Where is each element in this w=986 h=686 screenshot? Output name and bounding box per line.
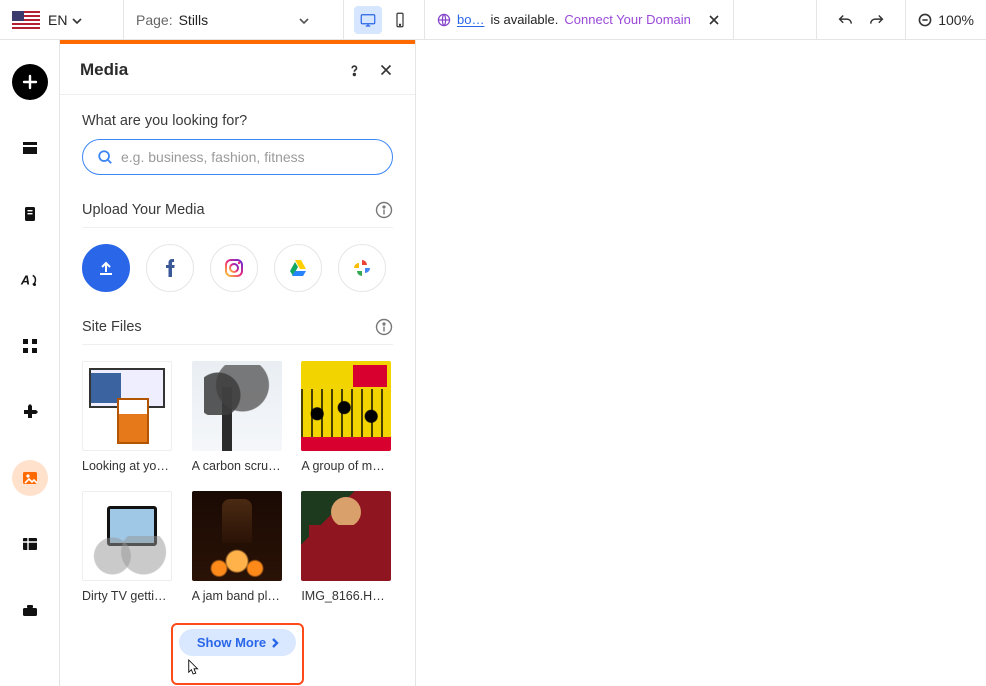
design-button[interactable]: A [12,262,48,298]
file-item[interactable]: A carbon scru… [192,361,282,473]
search-icon [97,149,113,165]
files-grid: Looking at yo… A carbon scru… A group of m… [82,361,393,603]
show-more-button[interactable]: Show More [179,629,296,656]
cursor-icon [187,663,201,680]
business-button[interactable] [12,592,48,628]
pages-button[interactable] [12,196,48,232]
addons-button[interactable] [12,394,48,430]
file-name: A carbon scru… [192,459,282,473]
chevron-down-icon [71,14,83,26]
show-more-label: Show More [197,635,266,650]
file-name: Looking at yo… [82,459,172,473]
site-files-section: Site Files Looking at yo… A carbon scru… A… [82,318,393,685]
google-drive-button[interactable] [274,244,322,292]
spacer [734,0,817,39]
file-name: A jam band pl… [192,589,282,603]
upload-sources [82,244,393,292]
file-thumbnail[interactable] [301,361,391,451]
zoom-control[interactable]: 100% [906,0,986,39]
search-box[interactable] [82,139,393,175]
domain-name[interactable]: bo… [457,12,484,27]
language-picker[interactable]: EN [0,0,124,39]
connect-domain-link[interactable]: Connect Your Domain [564,12,690,27]
panel-scroll[interactable]: What are you looking for? Upload Your Me… [60,95,415,686]
info-icon[interactable] [375,318,393,336]
page-selector[interactable]: Page: Stills [124,0,344,39]
add-button[interactable] [12,64,48,100]
file-name: A group of m… [301,459,391,473]
redo-button[interactable] [865,8,889,32]
flag-us-icon [12,11,40,29]
google-photos-button[interactable] [338,244,386,292]
site-files-title: Site Files [82,319,375,335]
upload-device-button[interactable] [82,244,130,292]
search-input[interactable] [121,149,378,165]
chevron-right-icon [270,638,280,648]
sections-button[interactable] [12,130,48,166]
top-bar: EN Page: Stills bo… is available. Conne [0,0,986,40]
help-icon[interactable] [345,61,363,79]
domain-connect-bar: bo… is available. Connect Your Domain [425,0,734,39]
close-icon[interactable] [377,61,395,79]
file-item[interactable]: A group of m… [301,361,391,473]
svg-text:A: A [20,273,30,288]
close-icon[interactable] [707,13,721,27]
zoom-value: 100% [938,12,974,28]
file-name: Dirty TV getti… [82,589,172,603]
file-name: IMG_8166.HEIC [301,589,391,603]
chevron-down-icon [298,14,310,26]
info-icon[interactable] [375,201,393,219]
media-panel: Media What are you looking for? Upload Y… [60,40,416,686]
instagram-button[interactable] [210,244,258,292]
file-item[interactable]: IMG_8166.HEIC [301,491,391,603]
media-button[interactable] [12,460,48,496]
globe-icon [437,13,451,27]
device-toggle [344,0,425,39]
file-item[interactable]: Looking at yo… [82,361,172,473]
domain-available-text: is available. [490,12,558,27]
upload-section: Upload Your Media [82,201,393,292]
data-button[interactable] [12,526,48,562]
page-selector-value: Stills [179,12,209,28]
facebook-button[interactable] [146,244,194,292]
file-item[interactable]: A jam band pl… [192,491,282,603]
history-controls [817,0,906,39]
file-item[interactable]: Dirty TV getti… [82,491,172,603]
file-thumbnail[interactable] [301,491,391,581]
desktop-view-button[interactable] [354,6,382,34]
left-rail: A [0,40,60,686]
search-label: What are you looking for? [82,113,393,129]
language-label: EN [48,12,67,28]
zoom-out-icon [918,13,932,27]
file-thumbnail[interactable] [192,491,282,581]
show-more-highlight: Show More [171,623,304,685]
page-selector-label: Page: [136,12,173,28]
apps-grid-button[interactable] [12,328,48,364]
undo-button[interactable] [833,8,857,32]
panel-header: Media [60,44,415,95]
file-thumbnail[interactable] [82,361,172,451]
upload-section-title: Upload Your Media [82,202,375,218]
file-thumbnail[interactable] [192,361,282,451]
panel-title: Media [80,60,331,80]
mobile-view-button[interactable] [386,6,414,34]
file-thumbnail[interactable] [82,491,172,581]
